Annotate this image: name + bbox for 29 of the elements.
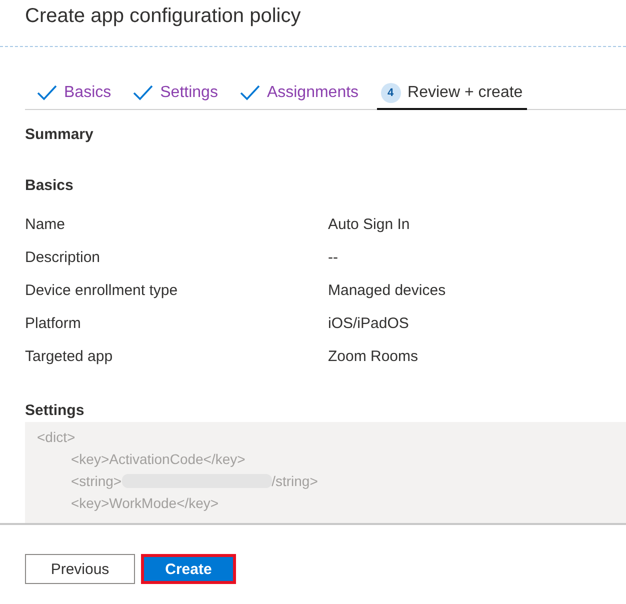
section-heading: Settings [25, 402, 86, 421]
step-number-badge: 4 [380, 83, 401, 103]
create-button[interactable]: Create [141, 554, 236, 584]
code-line: <key>WorkMode</key> [71, 494, 219, 513]
field-value: iOS/iPadOS [328, 315, 409, 332]
field-label: Targeted app [25, 348, 114, 365]
code-line: <string> [71, 472, 122, 491]
previous-button[interactable]: Previous [25, 554, 135, 584]
field-label: Name [25, 216, 66, 233]
tab[interactable]: Basics [33, 79, 116, 110]
field-value: Managed devices [328, 282, 446, 299]
field-label: Description [25, 249, 102, 266]
code-line: <dict> [37, 428, 76, 447]
code-line: <key>ActivationCode</key> [71, 450, 246, 469]
section-heading: Summary [25, 126, 94, 145]
field-value: Zoom Rooms [328, 348, 418, 365]
checkmark-icon [37, 85, 57, 101]
field-value: Auto Sign In [328, 216, 410, 233]
section-heading: Basics [25, 177, 74, 196]
window-title: Create app configuration policy [24, 4, 302, 29]
checkmark-icon [133, 85, 154, 101]
code-line: /string> [272, 472, 318, 491]
tab[interactable]: Settings [129, 79, 222, 110]
field-value: -- [328, 249, 338, 266]
checkmark-icon [240, 85, 260, 101]
tab[interactable]: 4 Review + create [376, 79, 527, 110]
field-label: Device enrollment type [25, 282, 179, 299]
field-label: Platform [25, 315, 82, 332]
tab[interactable]: Assignments [236, 79, 363, 110]
